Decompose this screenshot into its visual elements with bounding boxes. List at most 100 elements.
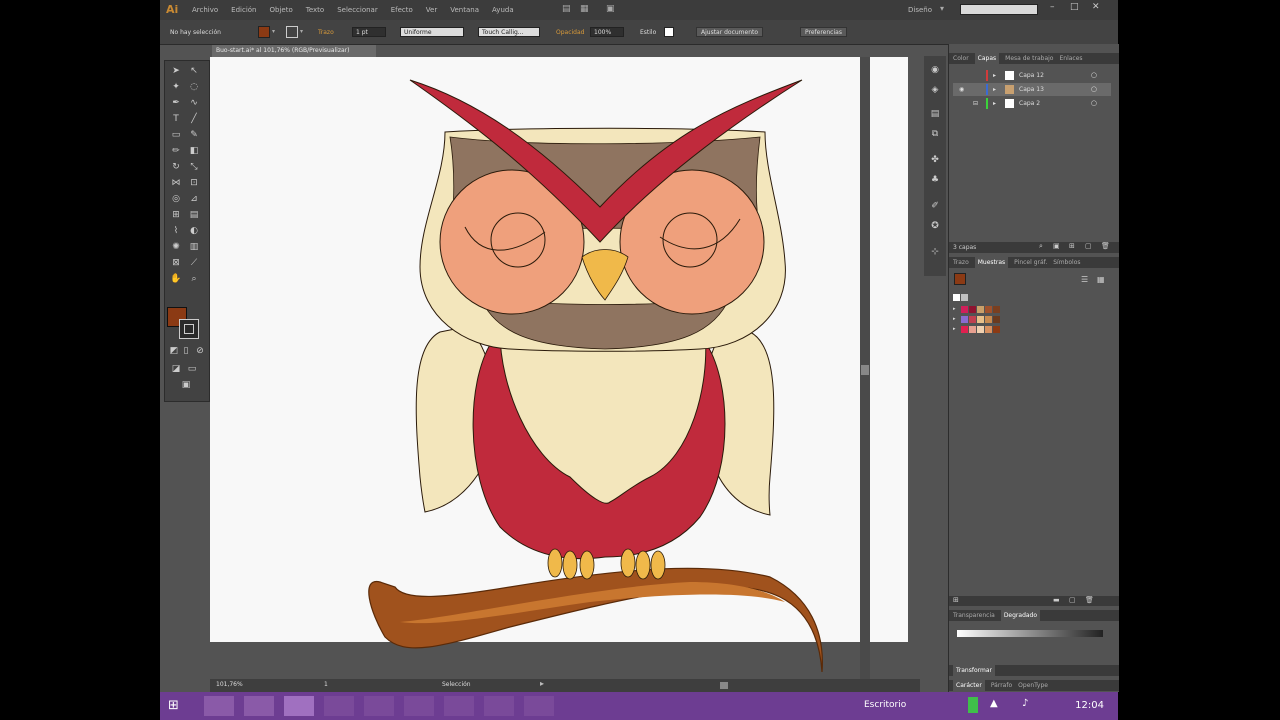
media-taskbar-icon[interactable] [244, 696, 274, 716]
free-transform-tool-icon[interactable]: ⊡ [187, 177, 201, 189]
tab-color[interactable]: Color [953, 53, 969, 64]
gradient-slider[interactable] [957, 630, 1103, 637]
document-setup-button[interactable]: Ajustar documento [696, 27, 764, 37]
expand-icon[interactable]: ▸ [993, 69, 996, 82]
delete-layer-icon[interactable]: 🗑 [1101, 242, 1110, 250]
tab-opentype[interactable]: OpenType [1018, 680, 1048, 691]
indesign-taskbar-icon[interactable] [404, 696, 434, 716]
expand-icon[interactable]: ▸ [993, 97, 996, 110]
curvature-tool-icon[interactable]: ∿ [187, 97, 201, 109]
target-icon[interactable]: ○ [1091, 69, 1097, 82]
workspace-switcher[interactable]: Diseño [908, 6, 932, 14]
tab-transformar[interactable]: Transformar [953, 665, 995, 676]
stroke-swatch[interactable] [179, 319, 199, 339]
maximize-icon[interactable]: □ [1070, 2, 1079, 12]
locate-object-icon[interactable]: ⌕ [1039, 242, 1043, 251]
scale-tool-icon[interactable]: ⤡ [187, 161, 201, 173]
color-guide-icon[interactable]: ◈ [928, 84, 942, 96]
artboard-number-field[interactable]: 1 [324, 681, 328, 688]
width-tool-icon[interactable]: ⋈ [169, 177, 183, 189]
swatch[interactable] [993, 306, 1000, 313]
graphic-styles-icon[interactable]: ✪ [928, 220, 942, 232]
rectangle-tool-icon[interactable]: ▭ [169, 129, 183, 141]
document-tab[interactable]: Buo-start.ai* al 101,76% (RGB/Previsuali… [212, 45, 376, 57]
file-explorer-taskbar-icon[interactable] [204, 696, 234, 716]
stroke-weight-label[interactable]: Trazo [318, 29, 334, 36]
gradient-tool-icon[interactable]: ▤ [187, 209, 201, 221]
swatch[interactable] [993, 316, 1000, 323]
tab-muestras[interactable]: Muestras [974, 257, 1009, 268]
opacity-field[interactable]: 100% [590, 27, 624, 37]
mesh-tool-icon[interactable]: ⊞ [169, 209, 183, 221]
symbols-icon[interactable]: ✤ [928, 154, 942, 166]
opacity-label[interactable]: Opacidad [556, 29, 584, 36]
swatch[interactable] [977, 306, 984, 313]
menu-ayuda[interactable]: Ayuda [492, 6, 514, 14]
gpu-icon[interactable]: ▣ [606, 4, 618, 16]
fill-dropdown-icon[interactable]: ▾ [272, 28, 275, 35]
target-icon[interactable]: ○ [1091, 97, 1097, 110]
new-sublayer-icon[interactable]: ⊞ [1069, 242, 1075, 250]
windows-start-icon[interactable]: ⊞ [168, 698, 179, 713]
swatch[interactable] [985, 316, 992, 323]
column-graph-tool-icon[interactable]: ▥ [187, 241, 201, 253]
owl-artwork[interactable] [210, 57, 910, 679]
artboard-tool-icon[interactable]: ⊠ [169, 257, 183, 269]
layer-name[interactable]: Capa 2 [1019, 97, 1040, 110]
direct-selection-tool-icon[interactable]: ↖ [187, 65, 201, 77]
swatch[interactable] [969, 326, 976, 333]
swatch[interactable] [993, 326, 1000, 333]
preferences-button[interactable]: Preferencias [800, 27, 847, 37]
tab-trazo[interactable]: Trazo [953, 257, 969, 268]
list-view-icon[interactable]: ☰ [1081, 275, 1088, 284]
tab-simbolos[interactable]: Símbolos [1053, 257, 1080, 268]
clock[interactable]: 12:04 [1075, 700, 1104, 711]
status-arrow-icon[interactable]: ▸ [540, 679, 544, 688]
symbol-sprayer-tool-icon[interactable]: ✺ [169, 241, 183, 253]
lasso-tool-icon[interactable]: ◌ [187, 81, 201, 93]
workspace-dropdown-icon[interactable]: ▾ [940, 4, 944, 13]
tab-parrafo[interactable]: Párrafo [991, 680, 1012, 691]
menu-objeto[interactable]: Objeto [270, 6, 293, 14]
tab-enlaces[interactable]: Enlaces [1059, 53, 1082, 64]
scroll-thumb[interactable] [861, 365, 869, 375]
delete-swatch-icon[interactable]: 🗑 [1085, 596, 1094, 604]
rotate-tool-icon[interactable]: ↻ [169, 161, 183, 173]
menu-edicion[interactable]: Edición [231, 6, 256, 14]
pencil-tool-icon[interactable]: ✏ [169, 145, 183, 157]
swatch[interactable] [961, 306, 968, 313]
bridge-icon[interactable]: ▤ [562, 4, 574, 16]
hand-tool-icon[interactable]: ✋ [169, 273, 183, 285]
swatch[interactable] [985, 326, 992, 333]
appearance-icon[interactable]: ♣ [928, 174, 942, 186]
line-tool-icon[interactable]: ╱ [187, 113, 201, 125]
color-panel-icon[interactable]: ◉ [928, 64, 942, 76]
fill-color-swatch[interactable] [258, 26, 270, 38]
menu-texto[interactable]: Texto [306, 6, 324, 14]
photoshop-taskbar-icon[interactable] [324, 696, 354, 716]
menu-ver[interactable]: Ver [426, 6, 437, 14]
thumbnail-view-icon[interactable]: ▦ [1097, 275, 1105, 284]
app-taskbar-icon[interactable] [524, 696, 554, 716]
swatch[interactable] [985, 306, 992, 313]
stroke-dropdown-icon[interactable]: ▾ [300, 28, 303, 35]
swatch[interactable] [977, 326, 984, 333]
desktop-toolbar[interactable]: Escritorio [864, 700, 906, 710]
new-swatch-icon[interactable]: ▢ [1069, 596, 1076, 604]
tab-pincel-graf[interactable]: Pincel gráf. [1014, 257, 1047, 268]
none-color-icon[interactable]: ▯ [179, 345, 193, 357]
swatch-libraries-icon[interactable]: ⊞ [953, 596, 959, 604]
stroke-profile-select[interactable]: Uniforme [400, 27, 464, 37]
canvas-area[interactable] [210, 57, 910, 679]
tab-mesa-de-trabajo[interactable]: Mesa de trabajo [1005, 53, 1053, 64]
blend-tool-icon[interactable]: ◐ [187, 225, 201, 237]
acrobat-taskbar-icon[interactable] [444, 696, 474, 716]
visibility-eye-icon[interactable]: ◉ [959, 83, 964, 96]
swatch[interactable] [977, 316, 984, 323]
brushes-icon[interactable]: ✐ [928, 200, 942, 212]
align-icon[interactable]: ⊹ [928, 246, 942, 258]
draw-inside-icon[interactable]: ▭ [185, 363, 199, 375]
hscroll-thumb[interactable] [720, 682, 728, 689]
chrome-taskbar-icon[interactable] [484, 696, 514, 716]
shape-builder-tool-icon[interactable]: ◎ [169, 193, 183, 205]
